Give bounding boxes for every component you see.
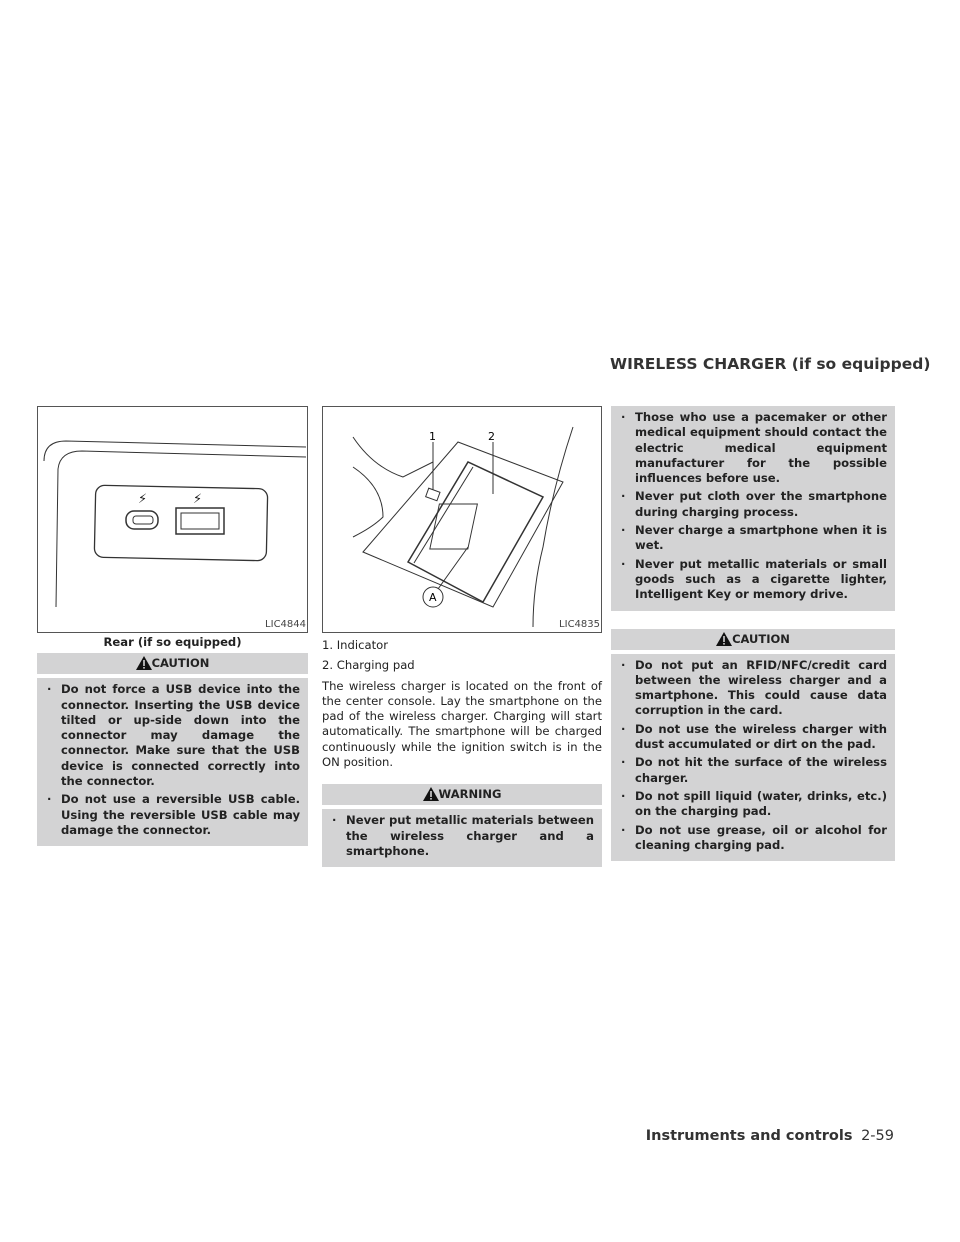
svg-text:⚡: ⚡ — [193, 492, 202, 507]
caution-label: CAUTION — [732, 631, 790, 646]
warning-box-continued: Those who use a pacemaker or other medic… — [611, 406, 895, 611]
body-paragraph: The wireless charger is located on the f… — [322, 678, 602, 770]
wireless-charger-figure: A 1 2 LIC4835 — [322, 406, 602, 633]
callout-2: 2 — [488, 430, 495, 443]
caution-header: CAUTION — [611, 628, 895, 650]
warning-item: Never charge a smartphone when it is wet… — [619, 523, 887, 554]
warning-item: Never put metallic materials between the… — [330, 813, 594, 859]
legend-item: 2. Charging pad — [322, 658, 415, 673]
legend-item: 1. Indicator — [322, 638, 388, 652]
warning-item: Never put metallic materials or small go… — [619, 557, 887, 603]
usb-port-figure: ⚡ ⚡ LIC4844 — [37, 406, 308, 633]
page-footer: Instruments and controls 2-59 — [646, 1128, 894, 1144]
caution-item: Do not spill liquid (water, drinks, etc.… — [619, 789, 887, 820]
figure-id: LIC4835 — [559, 616, 600, 632]
right-column: Those who use a pacemaker or other medic… — [611, 402, 895, 862]
middle-column: A 1 2 LIC4835 1. Indicator 2. Charging p… — [322, 406, 602, 868]
caution-label: CAUTION — [151, 656, 210, 671]
callout-1: 1 — [429, 430, 436, 443]
warning-triangle-icon — [135, 656, 152, 671]
usb-connector-illustration: ⚡ ⚡ — [43, 440, 307, 608]
warning-item: Never put cloth over the smartphone duri… — [619, 489, 887, 520]
chapter-title: Instruments and controls — [645, 1128, 853, 1144]
warning-triangle-icon — [716, 631, 733, 646]
svg-text:⚡: ⚡ — [138, 492, 147, 507]
left-column: ⚡ ⚡ LIC4844 Rear (if so equipped) CAUTIO… — [37, 406, 308, 847]
warning-triangle-icon — [422, 787, 439, 802]
caution-item: Do not use the wireless charger with dus… — [619, 722, 887, 753]
caution-item: Do not use a reversible USB cable. Using… — [45, 792, 300, 838]
caution-item: Do not use grease, oil or alcohol for cl… — [619, 823, 887, 854]
figure-caption: Rear (if so equipped) — [103, 635, 242, 649]
warning-label: WARNING — [438, 787, 502, 802]
warning-header: WARNING — [322, 784, 602, 806]
callout-a: A — [429, 591, 437, 604]
figure-id: LIC4844 — [265, 616, 306, 632]
caution-header: CAUTION — [37, 653, 308, 675]
caution-box: Do not put an RFID/NFC/credit card betwe… — [611, 653, 895, 862]
caution-item: Do not hit the surface of the wireless c… — [619, 755, 887, 786]
page-number: 2-59 — [861, 1128, 894, 1144]
caution-box: Do not force a USB device into the conne… — [37, 678, 308, 847]
caution-item: Do not put an RFID/NFC/credit card betwe… — [619, 658, 887, 719]
warning-box: Never put metallic materials between the… — [322, 809, 602, 868]
section-title: WIRELESS CHARGER (if so equipped) — [610, 355, 931, 373]
caution-item: Do not force a USB device into the conne… — [45, 682, 300, 789]
charging-pad-illustration: A 1 2 — [352, 426, 574, 628]
warning-item: Those who use a pacemaker or other medic… — [619, 410, 887, 486]
